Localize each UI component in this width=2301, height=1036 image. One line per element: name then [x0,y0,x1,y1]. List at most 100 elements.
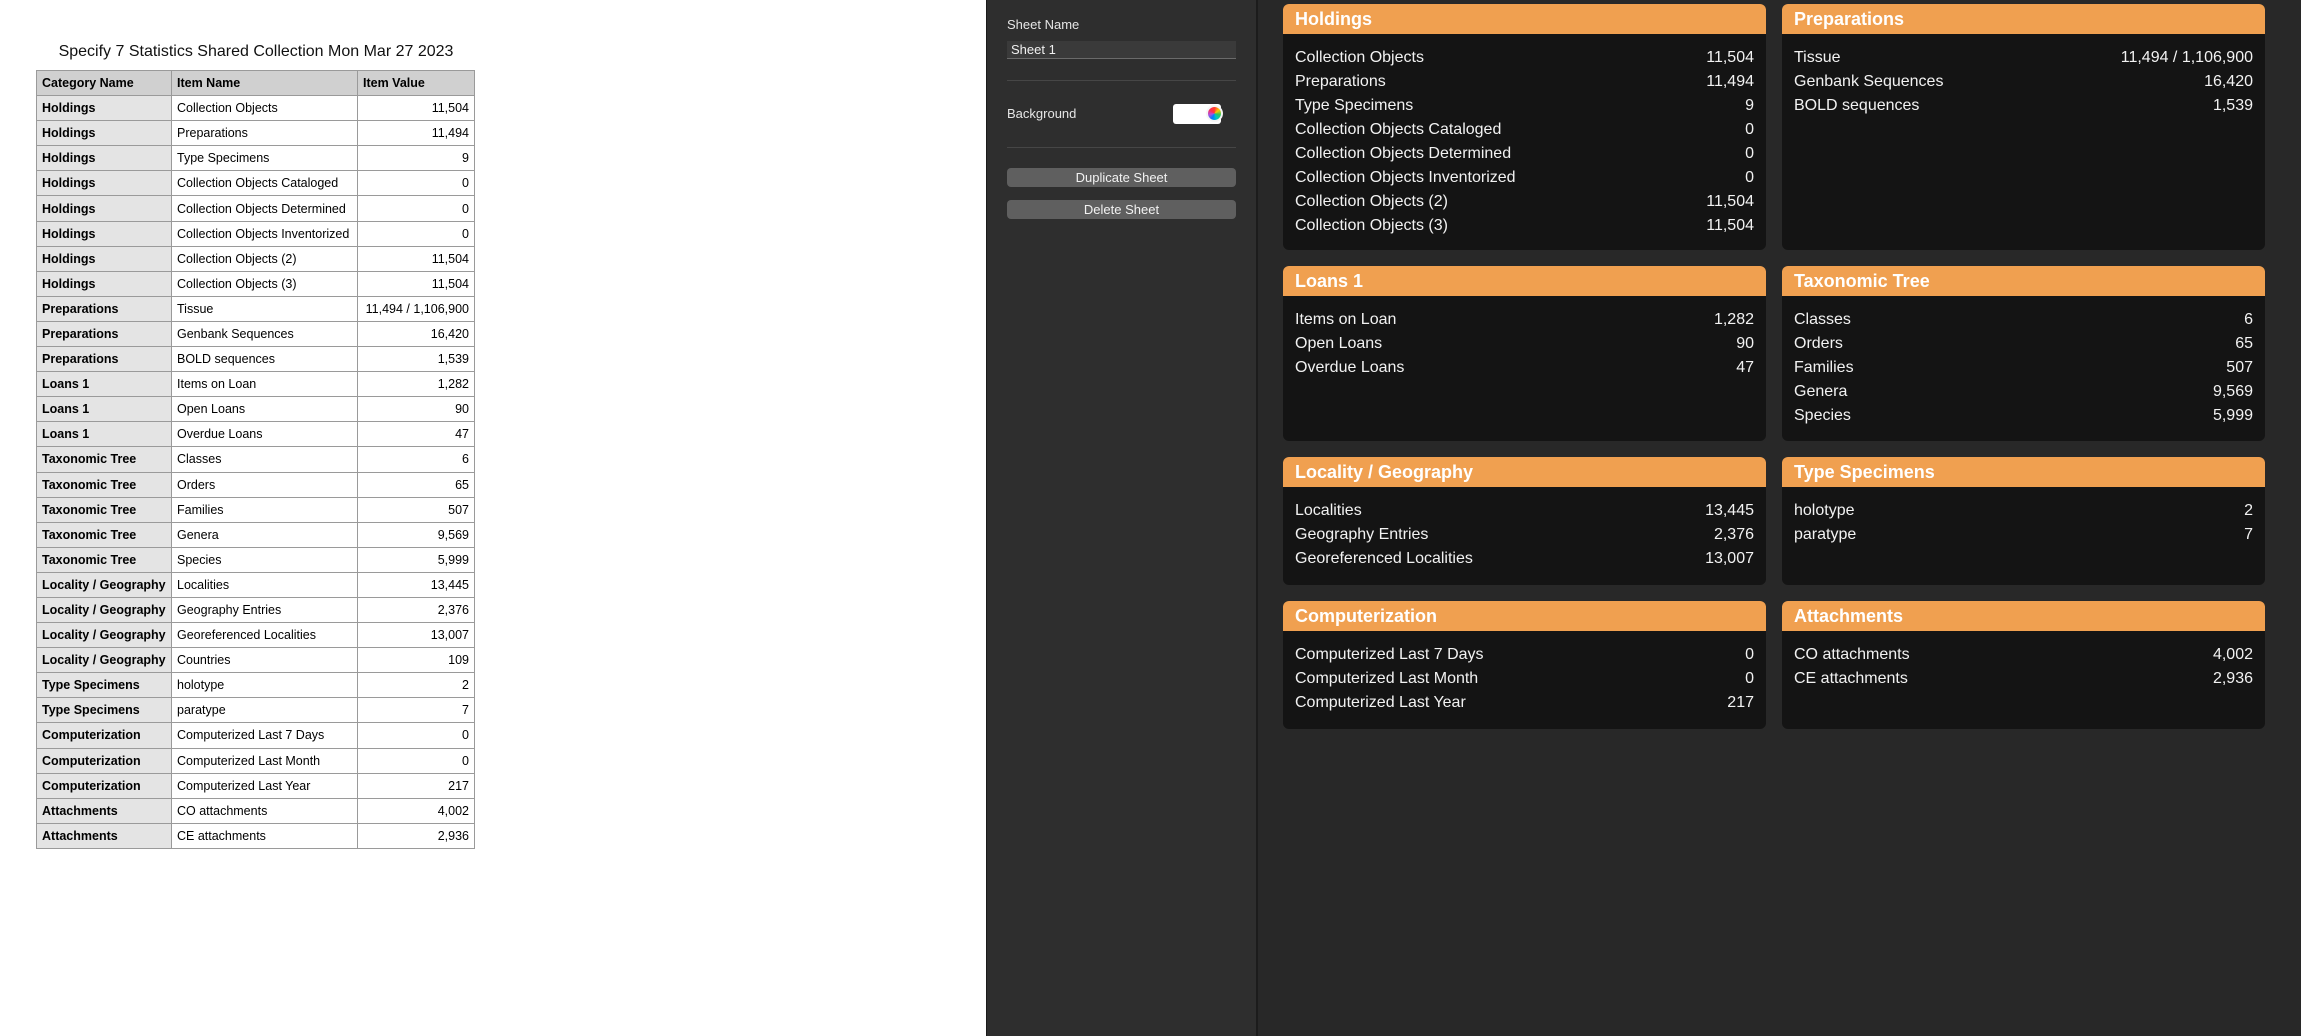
item-name-cell: CO attachments [171,797,358,824]
card-title[interactable]: Loans 1 [1283,266,1766,296]
stat-value: 0 [1745,121,1754,138]
stat-item[interactable]: Tissue 11,494 / 1,106,900 [1794,46,2253,70]
card-body: Localities 13,445 Geography Entries 2,376 Ge… [1283,487,1766,571]
stat-item[interactable]: Collection Objects (3) 11,504 [1295,214,1754,238]
table-row: Loans 1 Overdue Loans 47 [36,421,475,448]
delete-sheet-button[interactable]: Delete Sheet [1007,200,1236,219]
stat-label: Families [1794,359,1854,376]
stat-item[interactable]: Collection Objects Determined 0 [1295,142,1754,166]
item-value-cell: 11,504 [357,245,475,272]
stat-item[interactable]: Genera 9,569 [1794,380,2253,404]
divider [1007,147,1236,148]
category-cell: Holdings [36,145,172,172]
item-name-cell: paratype [171,697,358,724]
category-cell: Taxonomic Tree [36,521,172,548]
stat-item[interactable]: Classes 6 [1794,308,2253,332]
stat-item[interactable]: Computerized Last Month 0 [1295,667,1754,691]
stat-item[interactable]: Preparations 11,494 [1295,70,1754,94]
item-value-cell: 2 [357,672,475,699]
stat-value: 9 [1745,97,1754,114]
card-loans[interactable]: Loans 1 Items on Loan 1,282 Open Loans 90 Ov… [1283,266,1766,441]
card-title[interactable]: Holdings [1283,4,1766,34]
stat-item[interactable]: Computerized Last Year 217 [1295,691,1754,715]
card-holdings[interactable]: Holdings Collection Objects 11,504 Prepara… [1283,4,1766,250]
category-cell: Holdings [36,170,172,197]
table-row: Holdings Collection Objects Inventorized 0 [36,220,475,247]
card-computerization[interactable]: Computerization Computerized Last 7 Days… [1283,601,1766,729]
card-type-specimens[interactable]: Type Specimens holotype 2 paratype 7 [1782,457,2265,585]
sheet-name-input[interactable] [1007,41,1236,59]
stat-item[interactable]: Collection Objects (2) 11,504 [1295,190,1754,214]
stat-item[interactable]: Items on Loan 1,282 [1295,308,1754,332]
stat-item[interactable]: BOLD sequences 1,539 [1794,94,2253,118]
card-title[interactable]: Attachments [1782,601,2265,631]
stat-label: Computerized Last Year [1295,694,1466,711]
stat-item[interactable]: paratype 7 [1794,523,2253,547]
stat-label: Preparations [1295,73,1386,90]
stat-item[interactable]: Collection Objects Inventorized 0 [1295,166,1754,190]
category-cell: Taxonomic Tree [36,446,172,473]
stat-item[interactable]: Geography Entries 2,376 [1295,523,1754,547]
card-title[interactable]: Computerization [1283,601,1766,631]
color-picker-icon[interactable] [1206,105,1223,122]
item-value-cell: 13,445 [357,571,475,598]
item-name-cell: Computerized Last Year [171,772,358,799]
category-cell: Computerization [36,772,172,799]
stat-value: 7 [2244,526,2253,543]
table-row: Taxonomic Tree Genera 9,569 [36,521,475,548]
table-row: Holdings Collection Objects (2) 11,504 [36,245,475,272]
item-name-cell: Open Loans [171,396,358,423]
stat-label: Species [1794,407,1851,424]
card-title[interactable]: Locality / Geography [1283,457,1766,487]
stat-item[interactable]: Georeferenced Localities 13,007 [1295,547,1754,571]
table-row: Loans 1 Items on Loan 1,282 [36,371,475,398]
card-preparations[interactable]: Preparations Tissue 11,494 / 1,106,900 Gen… [1782,4,2265,250]
card-title[interactable]: Taxonomic Tree [1782,266,2265,296]
stat-item[interactable]: Localities 13,445 [1295,499,1754,523]
item-name-cell: Preparations [171,120,358,147]
card-title[interactable]: Preparations [1782,4,2265,34]
stat-label: Computerized Last Month [1295,670,1479,687]
stat-value: 9,569 [2212,383,2253,400]
table-row: Holdings Collection Objects Cataloged 0 [36,170,475,197]
stat-label: Collection Objects Determined [1295,145,1512,162]
category-cell: Locality / Geography [36,622,172,649]
stat-item[interactable]: CE attachments 2,936 [1794,667,2253,691]
stat-item[interactable]: Open Loans 90 [1295,332,1754,356]
card-locality-geography[interactable]: Locality / Geography Localities 13,445 Geo… [1283,457,1766,585]
duplicate-sheet-button[interactable]: Duplicate Sheet [1007,168,1236,187]
item-value-cell: 11,494 [357,120,475,147]
stat-item[interactable]: CO attachments 4,002 [1794,643,2253,667]
table-row: Locality / Geography Countries 109 [36,647,475,674]
stat-item[interactable]: Species 5,999 [1794,404,2253,428]
sheet-name-label: Sheet Name [1007,17,1080,32]
item-value-cell: 507 [357,496,475,523]
item-value-cell: 9 [357,145,475,172]
stat-value: 1,282 [1713,311,1754,328]
stat-item[interactable]: Genbank Sequences 16,420 [1794,70,2253,94]
stat-item[interactable]: Computerized Last 7 Days 0 [1295,643,1754,667]
card-taxonomic-tree[interactable]: Taxonomic Tree Classes 6 Orders 65 Families 5… [1782,266,2265,441]
stat-item[interactable]: Families 507 [1794,356,2253,380]
card-title[interactable]: Type Specimens [1782,457,2265,487]
stat-value: 2,936 [2212,670,2253,687]
stat-value: 0 [1745,646,1754,663]
stat-item[interactable]: holotype 2 [1794,499,2253,523]
item-name-cell: Collection Objects (2) [171,245,358,272]
stat-label: Genbank Sequences [1794,73,1944,90]
stat-item[interactable]: Collection Objects 11,504 [1295,46,1754,70]
stat-item[interactable]: Collection Objects Cataloged 0 [1295,118,1754,142]
stat-value: 0 [1745,169,1754,186]
stat-item[interactable]: Orders 65 [1794,332,2253,356]
card-attachments[interactable]: Attachments CO attachments 4,002 CE attach… [1782,601,2265,729]
item-value-cell: 16,420 [357,320,475,348]
table-row: Attachments CE attachments 2,936 [36,822,475,849]
stat-item[interactable]: Overdue Loans 47 [1295,356,1754,380]
item-name-cell: Genbank Sequences [171,320,358,348]
item-name-cell: Computerized Last 7 Days [171,722,358,749]
stat-label: Classes [1794,311,1851,328]
item-value-cell: 13,007 [357,622,475,649]
stat-item[interactable]: Type Specimens 9 [1295,94,1754,118]
category-cell: Holdings [36,245,172,272]
item-name-cell: Species [171,546,358,573]
